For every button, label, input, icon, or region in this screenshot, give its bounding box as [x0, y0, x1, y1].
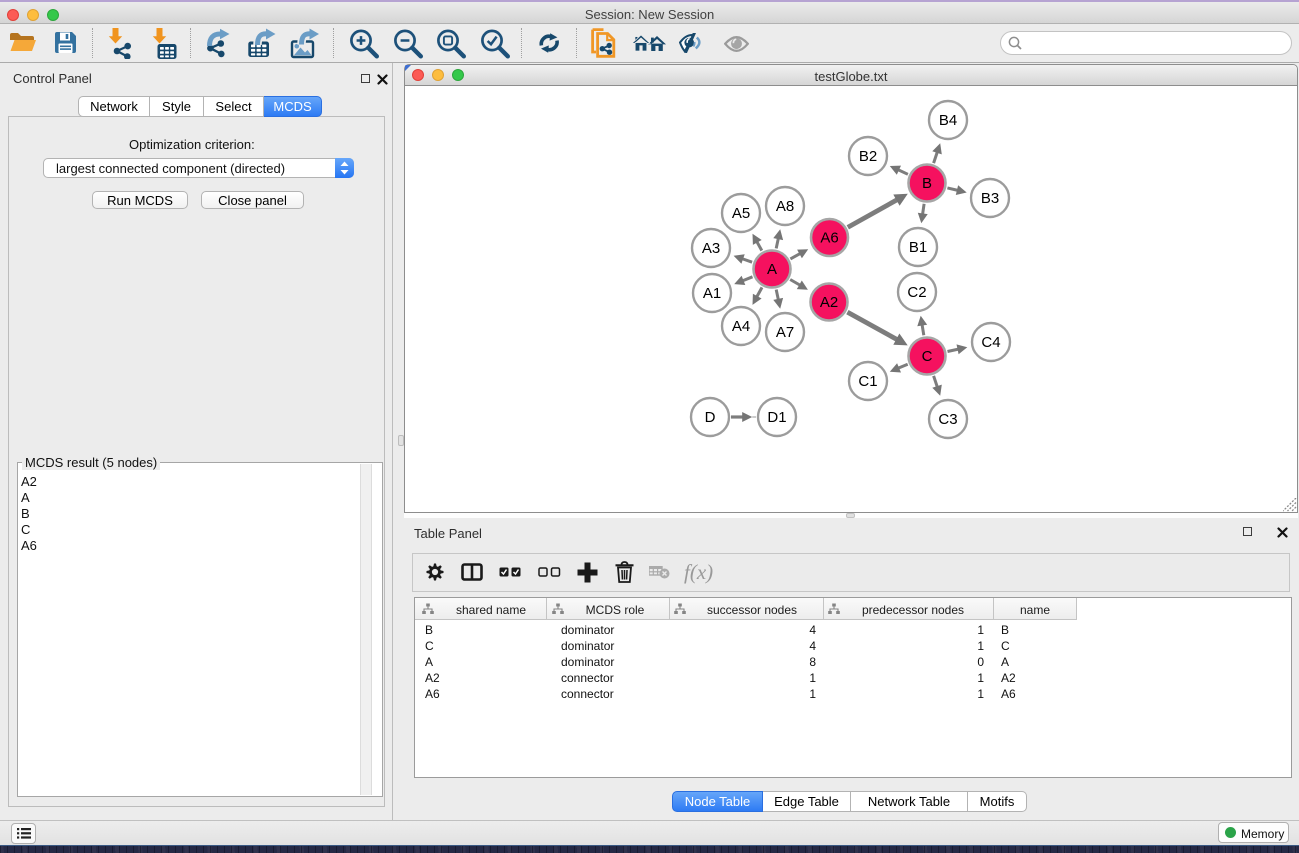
svg-text:D: D	[705, 409, 716, 426]
svg-text:A2: A2	[820, 294, 838, 311]
svg-text:A3: A3	[702, 240, 720, 257]
svg-text:B1: B1	[909, 239, 927, 256]
svg-text:A7: A7	[776, 324, 794, 341]
svg-text:C2: C2	[907, 284, 926, 301]
svg-text:A6: A6	[820, 230, 838, 247]
svg-text:C1: C1	[858, 373, 877, 390]
svg-text:C4: C4	[981, 334, 1000, 351]
svg-text:B: B	[922, 175, 932, 192]
svg-text:C3: C3	[938, 411, 957, 428]
svg-text:B4: B4	[939, 112, 957, 129]
svg-text:A8: A8	[776, 198, 794, 215]
svg-text:C: C	[922, 348, 933, 365]
svg-text:D1: D1	[767, 409, 786, 426]
svg-text:A5: A5	[732, 205, 750, 222]
svg-text:A: A	[767, 261, 777, 278]
svg-text:B2: B2	[859, 148, 877, 165]
svg-text:A1: A1	[703, 285, 721, 302]
svg-text:B3: B3	[981, 190, 999, 207]
svg-text:A4: A4	[732, 318, 750, 335]
